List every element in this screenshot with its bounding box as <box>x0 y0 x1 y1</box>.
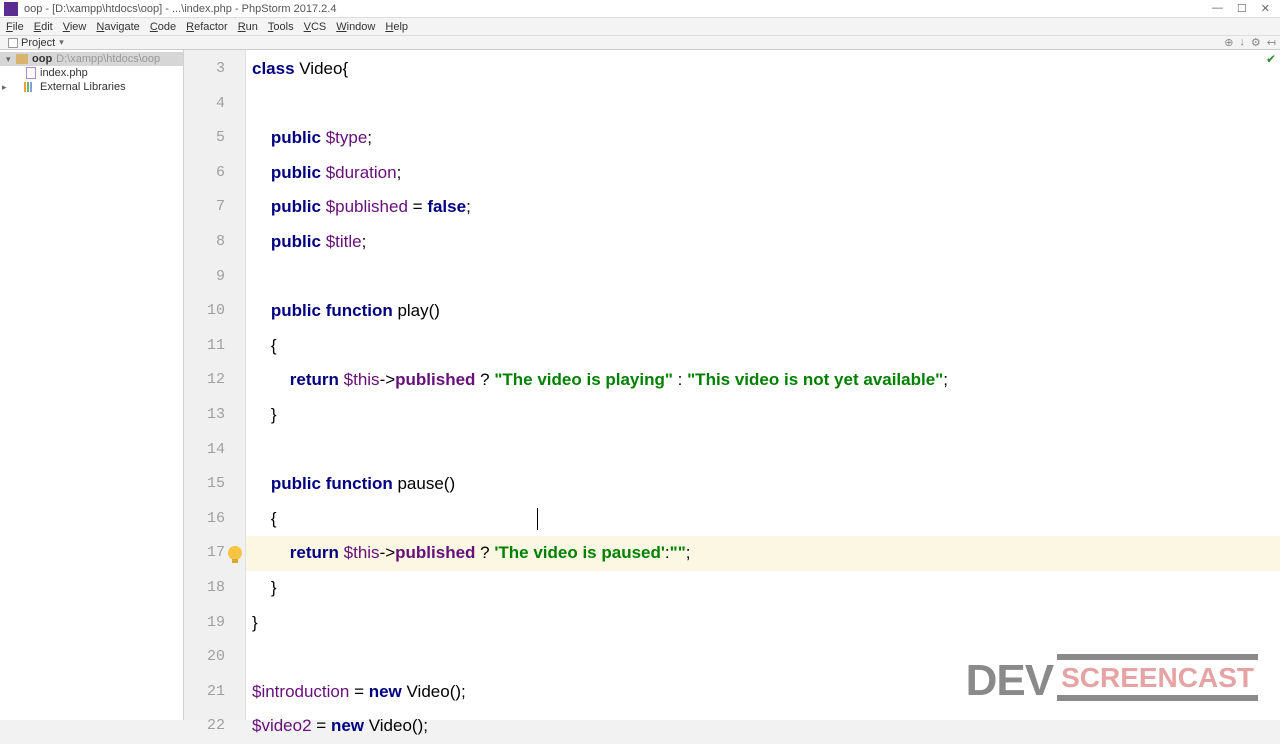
menu-view[interactable]: View <box>63 21 87 33</box>
menu-navigate[interactable]: Navigate <box>96 21 139 33</box>
code-line[interactable]: public $title; <box>246 225 1280 260</box>
line-number[interactable]: 16 <box>184 502 245 537</box>
project-sidebar: ▾ oop D:\xampp\htdocs\oop index.php ▸ Ex… <box>0 50 184 720</box>
code-line[interactable] <box>246 640 1280 675</box>
menu-help[interactable]: Help <box>385 21 408 33</box>
line-number[interactable]: 5 <box>184 121 245 156</box>
line-number[interactable]: 9 <box>184 260 245 295</box>
code-line[interactable]: { <box>246 329 1280 364</box>
code-line[interactable]: } <box>246 571 1280 606</box>
line-number[interactable]: 8 <box>184 225 245 260</box>
tree-file-name: index.php <box>40 67 88 79</box>
gutter[interactable]: 345678910111213141516171819202122 <box>184 50 246 720</box>
code-area[interactable]: class Video{ public $type; public $durat… <box>246 50 1280 720</box>
line-number[interactable]: 12 <box>184 363 245 398</box>
tree-root-name: oop <box>32 53 52 65</box>
menu-vcs[interactable]: VCS <box>304 21 327 33</box>
project-icon <box>8 38 18 48</box>
tree-libs-name: External Libraries <box>40 81 126 93</box>
code-line[interactable] <box>246 433 1280 468</box>
line-number[interactable]: 21 <box>184 675 245 710</box>
toolbar: Project ▾ ⊕ ↓ ⚙ ↤ <box>0 36 1280 50</box>
chevron-right-icon[interactable]: ▸ <box>2 82 12 93</box>
line-number[interactable]: 4 <box>184 87 245 122</box>
menu-window[interactable]: Window <box>336 21 375 33</box>
project-tree[interactable]: ▾ oop D:\xampp\htdocs\oop index.php ▸ Ex… <box>0 50 183 96</box>
collapse-icon[interactable]: ⊕ <box>1224 36 1233 49</box>
line-number[interactable]: 22 <box>184 709 245 744</box>
code-line[interactable]: public $type; <box>246 121 1280 156</box>
line-number[interactable]: 14 <box>184 433 245 468</box>
gear-icon[interactable]: ⚙ <box>1251 36 1261 49</box>
close-icon[interactable]: ✕ <box>1261 2 1270 15</box>
code-line[interactable]: } <box>246 606 1280 641</box>
line-number[interactable]: 10 <box>184 294 245 329</box>
code-line[interactable] <box>246 87 1280 122</box>
project-selector[interactable]: Project ▾ <box>4 37 68 49</box>
code-line[interactable]: $video2 = new Video(); <box>246 709 1280 744</box>
minimize-icon[interactable]: — <box>1212 2 1223 15</box>
line-number[interactable]: 15 <box>184 467 245 502</box>
titlebar: oop - [D:\xampp\htdocs\oop] - ...\index.… <box>0 0 1280 18</box>
menu-edit[interactable]: Edit <box>34 21 53 33</box>
menu-file[interactable]: File <box>6 21 24 33</box>
code-line[interactable]: $introduction = new Video(); <box>246 675 1280 710</box>
code-line[interactable]: public function pause() <box>246 467 1280 502</box>
project-label: Project <box>21 37 55 49</box>
window-title: oop - [D:\xampp\htdocs\oop] - ...\index.… <box>24 3 336 15</box>
code-line[interactable]: class Video{ <box>246 52 1280 87</box>
code-line[interactable]: public $duration; <box>246 156 1280 191</box>
code-editor[interactable]: ✔ 345678910111213141516171819202122 clas… <box>184 50 1280 720</box>
line-number[interactable]: 19 <box>184 606 245 641</box>
chevron-down-icon: ▾ <box>59 37 64 48</box>
menu-code[interactable]: Code <box>150 21 176 33</box>
menubar: File Edit View Navigate Code Refactor Run Tools… <box>0 18 1280 36</box>
menu-tools[interactable]: Tools <box>268 21 294 33</box>
line-number[interactable]: 3 <box>184 52 245 87</box>
code-line[interactable] <box>246 260 1280 295</box>
code-line[interactable]: { <box>246 502 1280 537</box>
menu-refactor[interactable]: Refactor <box>186 21 228 33</box>
tree-external-libraries[interactable]: ▸ External Libraries <box>0 80 183 94</box>
code-line[interactable]: return $this->published ? 'The video is … <box>246 536 1280 571</box>
code-line[interactable]: public $published = false; <box>246 190 1280 225</box>
app-icon <box>4 2 18 16</box>
maximize-icon[interactable]: ☐ <box>1237 2 1247 15</box>
line-number[interactable]: 13 <box>184 398 245 433</box>
line-number[interactable]: 11 <box>184 329 245 364</box>
hide-icon[interactable]: ↤ <box>1267 36 1276 49</box>
libraries-icon <box>24 82 36 92</box>
tree-file[interactable]: index.php <box>0 66 183 80</box>
line-number[interactable]: 7 <box>184 190 245 225</box>
line-number[interactable]: 6 <box>184 156 245 191</box>
chevron-down-icon[interactable]: ▾ <box>6 54 16 65</box>
line-number[interactable]: 20 <box>184 640 245 675</box>
php-file-icon <box>26 67 36 79</box>
code-line[interactable]: } <box>246 398 1280 433</box>
code-line[interactable]: return $this->published ? "The video is … <box>246 363 1280 398</box>
tree-root[interactable]: ▾ oop D:\xampp\htdocs\oop <box>0 52 183 66</box>
locate-icon[interactable]: ↓ <box>1239 36 1245 49</box>
line-number[interactable]: 18 <box>184 571 245 606</box>
folder-icon <box>16 54 28 64</box>
code-line[interactable]: public function play() <box>246 294 1280 329</box>
tree-root-path: D:\xampp\htdocs\oop <box>56 53 160 65</box>
text-cursor <box>537 508 538 530</box>
menu-run[interactable]: Run <box>238 21 258 33</box>
